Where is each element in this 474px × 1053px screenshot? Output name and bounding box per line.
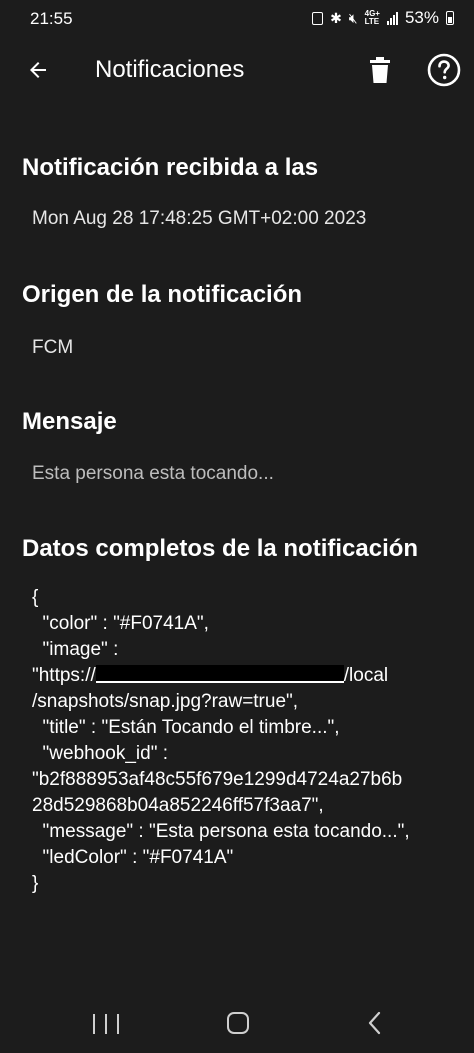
delete-button[interactable]	[362, 50, 398, 90]
help-circle-icon	[427, 53, 461, 87]
page-title: Notificaciones	[95, 56, 245, 83]
url-suffix: /local	[343, 665, 389, 686]
json-line: 28d529868b04a852246ff57f3aa7",	[32, 795, 324, 816]
nav-back-icon[interactable]	[362, 1010, 386, 1036]
message-value: Esta persona esta tocando...	[32, 463, 274, 484]
json-line: /snapshots/snap.jpg?raw=true",	[32, 691, 299, 712]
notification-json: { "color" : "#F0741A", "image" : "https:…	[32, 585, 472, 897]
redacted-block	[95, 665, 344, 683]
status-icons: ✱ 🔇︎ 4G+ LTE 53%	[312, 8, 454, 28]
json-line: }	[32, 873, 39, 894]
json-line-url: "https:// /local	[32, 663, 472, 689]
json-line: "ledColor" : "#F0741A"	[32, 847, 234, 868]
bluetooth-icon: ✱	[330, 10, 342, 26]
signal-icon	[386, 11, 398, 25]
network-bottom-label: LTE	[364, 17, 380, 26]
help-button[interactable]	[424, 50, 464, 90]
battery-icon	[446, 11, 454, 25]
status-bar: 21:55 ✱ 🔇︎ 4G+ LTE 53%	[0, 0, 474, 40]
status-time: 21:55	[30, 9, 73, 28]
received-value: Mon Aug 28 17:48:25 GMT+02:00 2023	[32, 208, 367, 229]
battery-percent: 53%	[404, 8, 439, 27]
json-line: "image" :	[32, 639, 119, 660]
app-bar: Notificaciones	[0, 40, 474, 100]
notification-square-icon	[312, 11, 324, 25]
json-line: "b2f888953af48c55f679e1299d4724a27b6b	[32, 769, 403, 790]
origin-value: FCM	[32, 337, 74, 358]
received-title: Notificación recibida a las	[22, 154, 319, 181]
trash-icon	[370, 57, 390, 83]
arrow-left-icon	[30, 62, 46, 78]
back-button[interactable]	[18, 50, 58, 90]
json-line: {	[32, 587, 39, 608]
home-icon[interactable]	[227, 1012, 249, 1034]
json-line: "webhook_id" :	[32, 743, 169, 764]
system-nav-bar	[0, 1000, 474, 1053]
json-line: "color" : "#F0741A",	[32, 613, 209, 634]
notification-detail-screen: 21:55 ✱ 🔇︎ 4G+ LTE 53% Notificaciones No…	[0, 0, 474, 1053]
message-title: Mensaje	[22, 408, 117, 435]
json-line: "message" : "Esta persona esta tocando..…	[32, 821, 410, 842]
chevron-left-icon	[368, 1011, 381, 1035]
url-prefix: "https://	[32, 665, 96, 686]
mute-icon: 🔇︎	[348, 10, 358, 26]
full-data-title: Datos completos de la notificación	[22, 535, 419, 562]
json-line: "title" : "Están Tocando el timbre...",	[32, 717, 340, 738]
recents-icon[interactable]	[93, 1012, 119, 1036]
network-type-icon: 4G+ LTE	[365, 10, 380, 26]
origin-title: Origen de la notificación	[22, 281, 303, 308]
